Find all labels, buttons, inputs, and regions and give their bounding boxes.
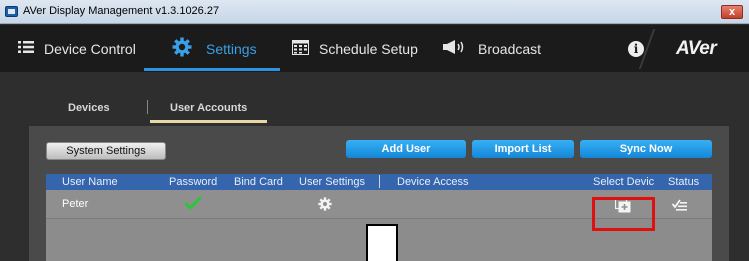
top-nav: Device Control Settings Schedule Setup B…: [0, 25, 749, 72]
window-titlebar: AVer Display Management v1.3.1026.27 x: [0, 0, 749, 24]
header-separator: [379, 175, 380, 188]
col-select-device: Select Devic: [593, 176, 655, 188]
col-device-access: Device Access: [397, 176, 469, 188]
status-icon[interactable]: [671, 198, 688, 214]
select-device-highlight: [592, 197, 655, 231]
tab-devices[interactable]: Devices: [68, 102, 110, 114]
nav-device-control[interactable]: Device Control: [18, 25, 136, 72]
active-tab-underline: [150, 120, 267, 123]
table-header: User Name Password Bind Card User Settin…: [46, 174, 712, 190]
nav-device-control-label: Device Control: [44, 40, 136, 57]
system-settings-button[interactable]: System Settings: [46, 142, 166, 160]
settings-subtabs: Devices User Accounts: [0, 72, 749, 124]
cursor-placeholder-box: [366, 224, 398, 261]
nav-schedule-label: Schedule Setup: [319, 40, 418, 57]
nav-broadcast-label: Broadcast: [478, 40, 542, 57]
check-icon: [184, 196, 202, 213]
user-name-cell: Peter: [62, 198, 89, 210]
list-icon: [18, 40, 34, 57]
col-user-settings: User Settings: [299, 176, 366, 188]
app-icon: [5, 6, 18, 17]
add-user-button[interactable]: Add User: [346, 140, 466, 158]
calendar-icon: [292, 39, 309, 58]
col-status: Status: [668, 176, 700, 188]
nav-settings-label: Settings: [206, 40, 257, 57]
window-title: AVer Display Management v1.3.1026.27: [23, 5, 220, 17]
col-bind-card: Bind Card: [234, 176, 283, 188]
gear-icon: [172, 37, 192, 60]
col-user-name: User Name: [62, 176, 118, 188]
import-list-button[interactable]: Import List: [472, 140, 574, 158]
tab-user-accounts[interactable]: User Accounts: [170, 102, 247, 114]
sync-now-button[interactable]: Sync Now: [580, 140, 712, 158]
brand-logo: AVer: [676, 38, 717, 59]
tab-separator: [147, 100, 148, 114]
nav-schedule-setup[interactable]: Schedule Setup: [292, 25, 418, 72]
gear-icon[interactable]: [318, 197, 332, 214]
nav-broadcast[interactable]: Broadcast: [442, 25, 541, 72]
nav-settings[interactable]: Settings: [144, 25, 280, 72]
megaphone-icon: [442, 39, 468, 58]
col-password: Password: [169, 176, 218, 188]
close-button[interactable]: x: [721, 5, 743, 19]
info-icon[interactable]: i: [628, 41, 644, 57]
